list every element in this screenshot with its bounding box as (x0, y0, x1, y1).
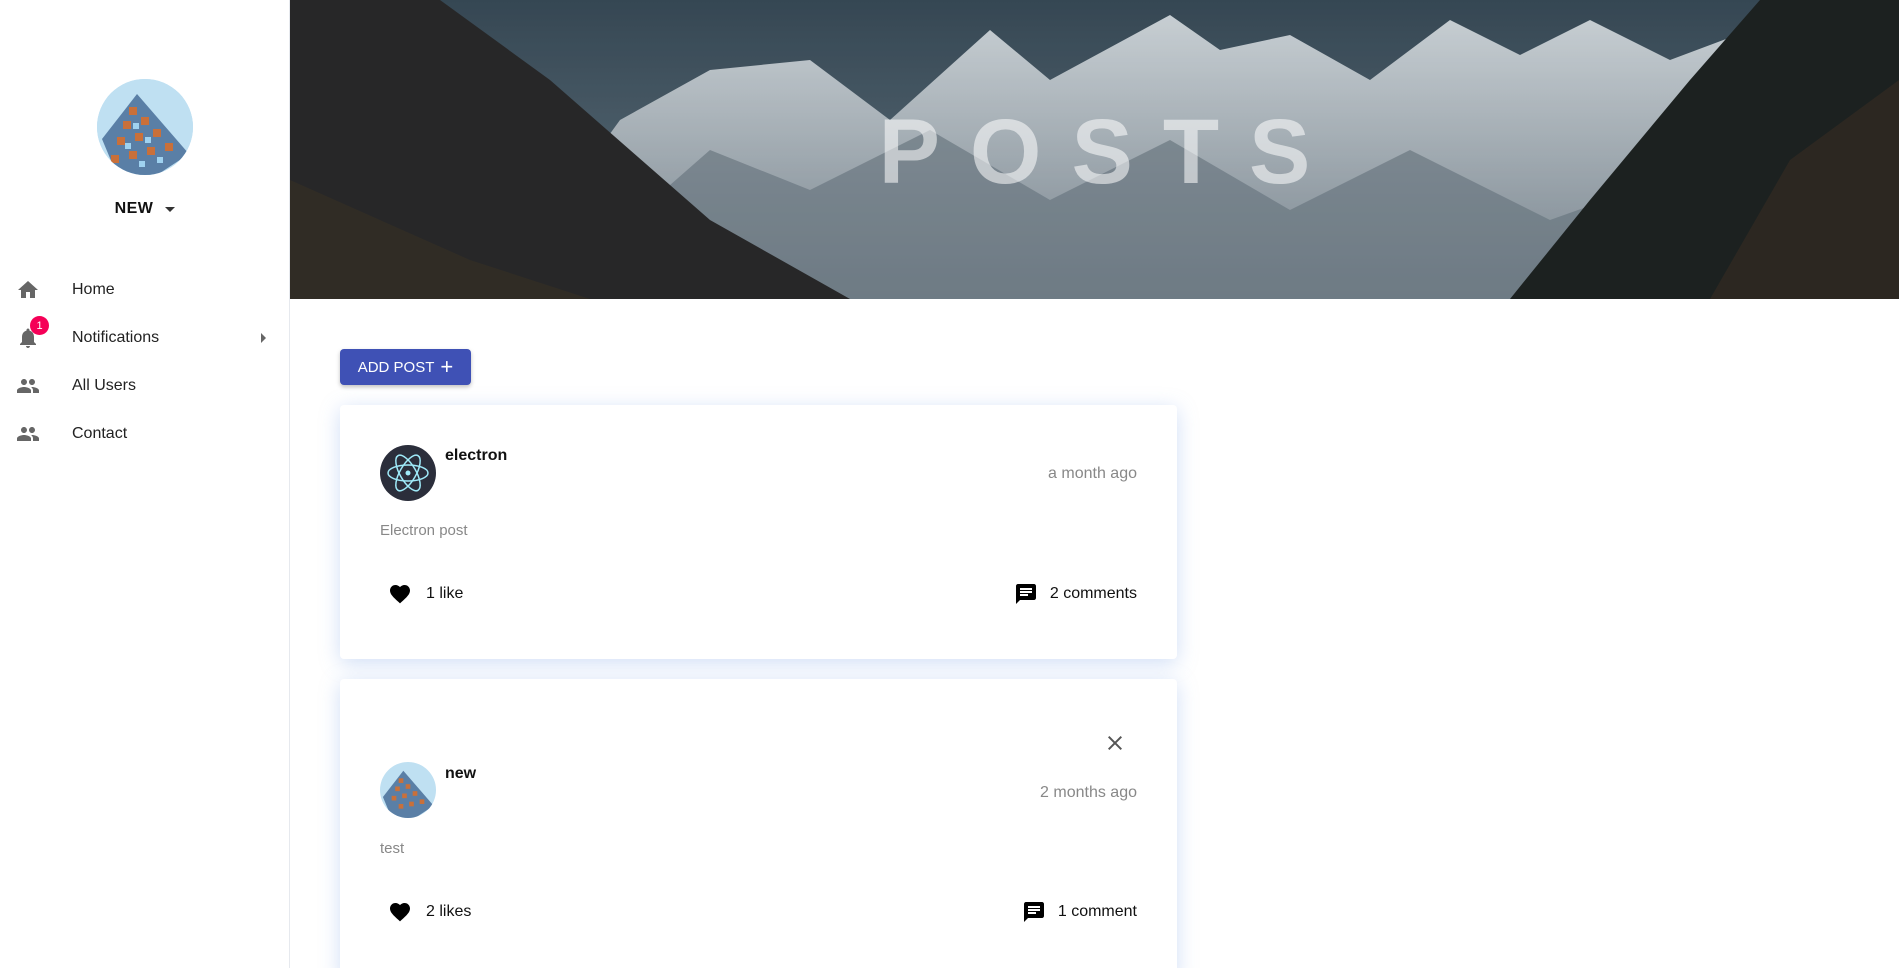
page-title: POSTS (878, 101, 1341, 203)
post-body: Electron post (380, 522, 468, 539)
post-author-name[interactable]: electron (445, 447, 507, 465)
post-author-avatar[interactable] (380, 762, 436, 818)
sidebar-item-label: Notifications (72, 329, 160, 346)
notification-badge: 1 (30, 316, 49, 335)
user-menu-dropdown[interactable]: NEW (0, 200, 290, 218)
comments-button[interactable]: 2 comments (1014, 582, 1137, 606)
people-icon (17, 379, 39, 393)
user-avatar[interactable] (97, 79, 193, 175)
post-card: new 2 months ago test 2 likes 1 comment (340, 679, 1177, 968)
post-author-name[interactable]: new (445, 765, 476, 783)
heart-icon (390, 585, 410, 604)
sidebar-item-home[interactable]: Home (0, 266, 290, 314)
comments-button[interactable]: 1 comment (1022, 900, 1137, 924)
like-count: 2 likes (426, 903, 472, 920)
sidebar-nav: Home 1 Notifications All Users Contact (0, 266, 290, 458)
post-timestamp: a month ago (1048, 465, 1137, 482)
hero-banner: POSTS (290, 0, 1899, 299)
post-timestamp: 2 months ago (1040, 784, 1137, 801)
sidebar-item-all-users[interactable]: All Users (0, 362, 290, 410)
plus-icon: + (440, 354, 454, 379)
heart-icon (390, 903, 410, 922)
delete-post-close-icon[interactable] (1103, 731, 1127, 755)
sidebar-item-label: Home (72, 281, 115, 298)
like-button[interactable]: 1 like (388, 582, 463, 606)
sidebar-item-notifications[interactable]: 1 Notifications (0, 314, 290, 362)
chat-icon (1023, 902, 1044, 922)
chevron-right-icon (261, 333, 266, 343)
comment-count: 1 comment (1057, 903, 1137, 920)
chat-icon (1015, 584, 1036, 604)
home-icon (18, 281, 38, 298)
user-name: NEW (114, 200, 154, 217)
like-count: 1 like (426, 585, 464, 602)
sidebar: NEW Home 1 Notifications All Users Conta… (0, 0, 290, 968)
like-button[interactable]: 2 likes (388, 900, 471, 924)
sidebar-item-label: All Users (72, 377, 137, 394)
caret-down-icon (165, 207, 176, 212)
main-content: POSTS ADD POST + electron a month ago El… (290, 0, 1899, 968)
people-icon (17, 427, 39, 441)
post-author-avatar[interactable] (380, 445, 436, 501)
add-post-button[interactable]: ADD POST + (340, 349, 471, 385)
sidebar-item-label: Contact (72, 425, 128, 442)
post-body: test (380, 840, 405, 857)
post-card: electron a month ago Electron post 1 lik… (340, 405, 1177, 659)
add-post-label: ADD POST (357, 358, 435, 376)
comment-count: 2 comments (1049, 585, 1137, 602)
sidebar-item-contact[interactable]: Contact (0, 410, 290, 458)
